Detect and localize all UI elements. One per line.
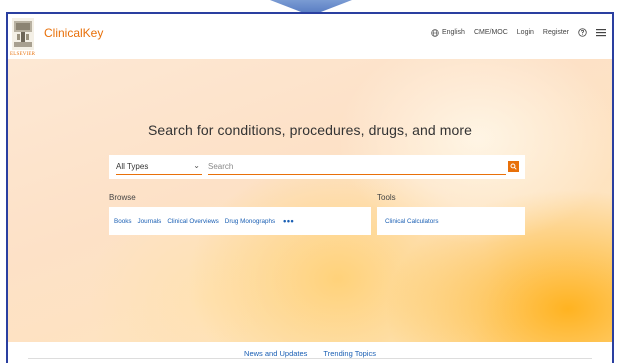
top-pointer-arrow	[270, 0, 352, 12]
chevron-down-icon: ⌄	[193, 161, 200, 170]
elsevier-tree-icon	[12, 18, 34, 50]
browse-card: Books Journals Clinical Overviews Drug M…	[109, 207, 371, 235]
browse-link-journals[interactable]: Journals	[138, 218, 162, 225]
search-bar: All Types ⌄	[109, 155, 525, 179]
browse-link-books[interactable]: Books	[114, 218, 132, 225]
help-icon[interactable]	[578, 28, 587, 37]
globe-icon	[431, 28, 439, 37]
tools-label: Tools	[377, 193, 396, 202]
register-link[interactable]: Register	[543, 29, 569, 36]
search-input[interactable]	[208, 159, 506, 175]
hamburger-menu-icon[interactable]	[596, 28, 606, 37]
content-type-value: All Types	[116, 162, 149, 171]
tools-link-clinical-calculators[interactable]: Clinical Calculators	[385, 218, 439, 225]
footer-tabs: News and Updates Trending Topics	[8, 342, 612, 363]
publisher-name: ELSEVIER	[10, 52, 36, 57]
tab-trending-topics[interactable]: Trending Topics	[323, 349, 376, 358]
language-selector[interactable]: English	[431, 28, 465, 37]
tools-card: Clinical Calculators	[377, 207, 525, 235]
language-label: English	[441, 29, 465, 36]
search-button[interactable]	[508, 161, 519, 172]
site-header: ELSEVIER ClinicalKey English CME/MOC Log…	[8, 14, 612, 59]
content-type-dropdown[interactable]: All Types ⌄	[116, 159, 202, 175]
browse-link-drug-monographs[interactable]: Drug Monographs	[225, 218, 275, 225]
header-nav: English CME/MOC Login Register	[431, 28, 606, 37]
elsevier-tree-logo[interactable]	[12, 18, 34, 50]
browse-label: Browse	[109, 193, 136, 202]
tab-news-and-updates[interactable]: News and Updates	[244, 349, 307, 358]
hero-headline: Search for conditions, procedures, drugs…	[147, 122, 473, 138]
browse-link-clinical-overviews[interactable]: Clinical Overviews	[167, 218, 218, 225]
login-link[interactable]: Login	[517, 29, 534, 36]
browser-frame: ELSEVIER ClinicalKey English CME/MOC Log…	[6, 12, 614, 363]
hero-section: Search for conditions, procedures, drugs…	[8, 59, 612, 342]
more-options-icon[interactable]: •••	[283, 216, 294, 226]
footer-divider	[28, 358, 592, 359]
clinicalkey-logo-text[interactable]: ClinicalKey	[44, 26, 103, 40]
search-icon	[510, 163, 517, 170]
cme-moc-link[interactable]: CME/MOC	[474, 29, 508, 36]
